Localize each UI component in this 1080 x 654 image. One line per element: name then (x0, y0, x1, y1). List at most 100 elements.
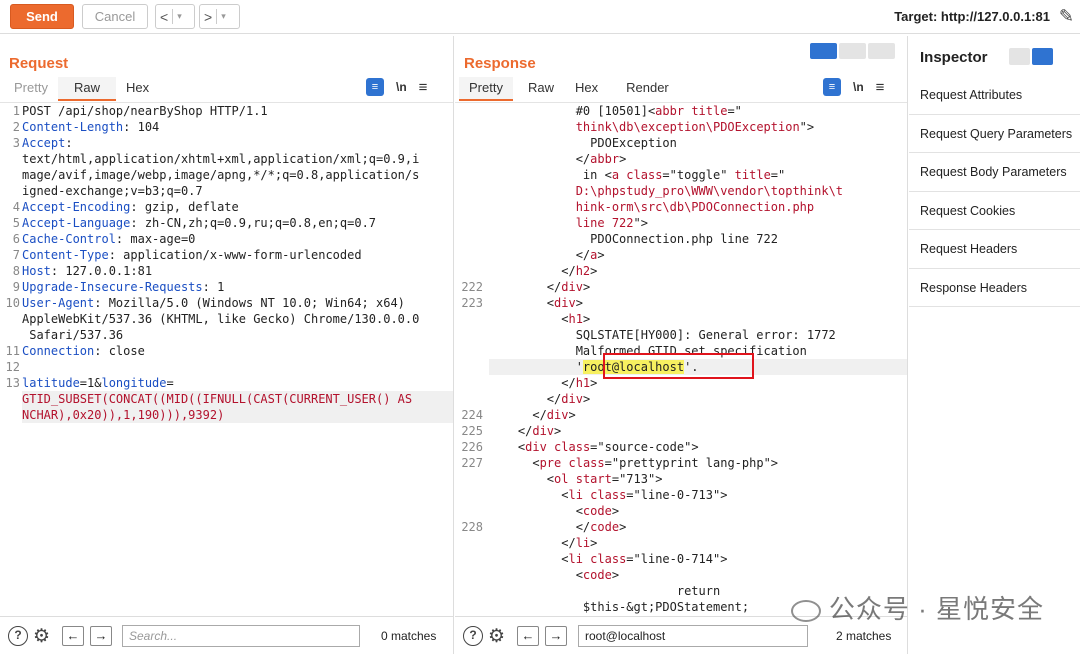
line-number: 4 (12, 200, 20, 214)
line-number (455, 567, 489, 583)
line-number (455, 103, 489, 119)
code-line: NCHAR),0x20)),1,190))),9392) (0, 407, 453, 423)
code-text: hink-orm\src\db\PDOConnection.php (575, 200, 815, 214)
code-line: text/html,application/xhtml+xml,applicat… (0, 151, 453, 167)
code-text: </li> (489, 536, 598, 550)
previous-match-button[interactable]: ← (517, 626, 539, 646)
help-icon[interactable]: ? (8, 626, 28, 646)
code-text: think\db\exception\PDOException"> (575, 120, 815, 134)
top-toolbar: Send Cancel < ▾ > ▾ Target: http://127.0… (0, 0, 1080, 34)
code-line: 11 Connection: close (0, 343, 453, 359)
tab-pretty[interactable]: Pretty (4, 77, 58, 101)
code-text: User-Agent: Mozilla/5.0 (Windows NT 10.0… (22, 296, 405, 310)
tab-hex[interactable]: Hex (116, 77, 159, 101)
code-text: </div> (489, 392, 591, 406)
code-line: <code> (455, 567, 907, 583)
inspector-layout-toggle[interactable] (1009, 48, 1053, 65)
code-line: <ol start="713"> (455, 471, 907, 487)
code-line: GTID_SUBSET(CONCAT((MID((IFNULL(CAST(CUR… (0, 391, 453, 407)
request-editor[interactable]: 1 POST /api/shop/nearByShop HTTP/1.1 2 Cont… (0, 102, 453, 614)
menu-icon[interactable]: ≡ (876, 79, 885, 96)
code-text: #0 [10501]<abbr title=" (489, 104, 742, 118)
code-text: POST /api/shop/nearByShop HTTP/1.1 (22, 104, 268, 118)
code-line: </li> (455, 535, 907, 551)
wrap-lines-icon[interactable]: ≡ (366, 78, 384, 96)
back-nav-group[interactable]: < ▾ (155, 4, 195, 29)
line-number: 6 (12, 232, 20, 246)
forward-arrow-icon[interactable]: > (200, 9, 216, 25)
inspector-response-headers[interactable]: Response Headers (909, 269, 1080, 307)
tab-pretty[interactable]: Pretty (459, 77, 513, 101)
help-icon[interactable]: ? (463, 626, 483, 646)
target-label: Target: http://127.0.0.1:81 (894, 9, 1050, 24)
inspector-request-cookies[interactable]: Request Cookies (909, 192, 1080, 230)
inspector-request-body-parameters[interactable]: Request Body Parameters (909, 153, 1080, 192)
layout-side-by-side-icon[interactable] (810, 43, 837, 59)
code-text: igned-exchange;v=b3;q=0.7 (22, 184, 203, 198)
code-line: 7 Content-Type: application/x-www-form-ur… (0, 247, 453, 263)
inspector-sections: Request Attributes Request Query Paramet… (909, 76, 1080, 307)
line-number (455, 135, 489, 151)
code-text: </div> (489, 280, 591, 294)
settings-gear-icon[interactable]: ⚙ (488, 625, 505, 648)
code-line: <h1> (455, 311, 907, 327)
send-button[interactable]: Send (10, 4, 74, 29)
back-arrow-icon[interactable]: < (156, 9, 172, 25)
code-text: <div> (489, 296, 583, 310)
inspector-request-headers[interactable]: Request Headers (909, 230, 1080, 269)
back-history-dropdown-icon[interactable]: ▾ (173, 11, 186, 22)
code-line: SQLSTATE[HY000]: General error: 1772 (455, 327, 907, 343)
edit-target-icon[interactable]: ✎ (1059, 6, 1074, 27)
next-match-button[interactable]: → (545, 626, 567, 646)
watermark-text: 公众号 · 星悦安全 (828, 594, 1044, 624)
newline-toggle-icon[interactable]: \n (396, 80, 407, 94)
tab-hex[interactable]: Hex (569, 77, 612, 101)
menu-icon[interactable]: ≡ (419, 79, 428, 96)
code-text: Upgrade-Insecure-Requests: 1 (22, 280, 225, 294)
request-title: Request (9, 55, 69, 72)
newline-toggle-icon[interactable]: \n (853, 80, 864, 94)
inspector-layout-panel-icon[interactable] (1032, 48, 1053, 65)
tab-render[interactable]: Render (612, 77, 683, 101)
line-number: 222 (461, 280, 483, 294)
tab-raw[interactable]: Raw (57, 77, 116, 101)
layout-single-icon[interactable] (868, 43, 895, 59)
line-number (455, 311, 489, 327)
previous-match-button[interactable]: ← (62, 626, 84, 646)
next-match-button[interactable]: → (90, 626, 112, 646)
code-line: 228 </code> (455, 519, 907, 535)
line-number (455, 599, 489, 614)
line-number: 225 (461, 424, 483, 438)
layout-toggle[interactable] (810, 43, 895, 59)
response-editor-tools: ≡ \n ≡ (823, 78, 884, 96)
line-number (0, 151, 22, 167)
response-search-input[interactable]: root@localhost (578, 625, 808, 647)
code-line: 225 </div> (455, 423, 907, 439)
tab-raw[interactable]: Raw (513, 77, 569, 101)
forward-nav-group[interactable]: > ▾ (199, 4, 240, 29)
response-tabs: Pretty Raw Hex Render (459, 77, 683, 101)
line-number (455, 263, 489, 279)
code-text: <code> (489, 568, 620, 582)
inspector-request-query-parameters[interactable]: Request Query Parameters (909, 115, 1080, 153)
code-line: line 722"> (455, 215, 907, 231)
inspector-request-attributes[interactable]: Request Attributes (909, 76, 1080, 115)
line-number: 3 (12, 136, 20, 150)
code-text: Accept-Encoding: gzip, deflate (22, 200, 239, 214)
code-line: Safari/537.36 (0, 327, 453, 343)
settings-gear-icon[interactable]: ⚙ (33, 625, 50, 648)
inspector-layout-list-icon[interactable] (1009, 48, 1030, 65)
line-number: 227 (461, 456, 483, 470)
highlight-annotation-box (603, 353, 754, 379)
line-number: 226 (461, 440, 483, 454)
code-text: in <a class="toggle" title=" (489, 168, 786, 182)
forward-history-dropdown-icon[interactable]: ▾ (217, 11, 230, 22)
code-text: </code> (489, 520, 627, 534)
line-number (0, 311, 22, 327)
cancel-button[interactable]: Cancel (82, 4, 148, 29)
code-line: 9 Upgrade-Insecure-Requests: 1 (0, 279, 453, 295)
layout-stacked-icon[interactable] (839, 43, 866, 59)
wrap-lines-icon[interactable]: ≡ (823, 78, 841, 96)
code-line: 13 latitude=1&longitude= (0, 375, 453, 391)
request-search-input[interactable]: Search... (122, 625, 360, 647)
